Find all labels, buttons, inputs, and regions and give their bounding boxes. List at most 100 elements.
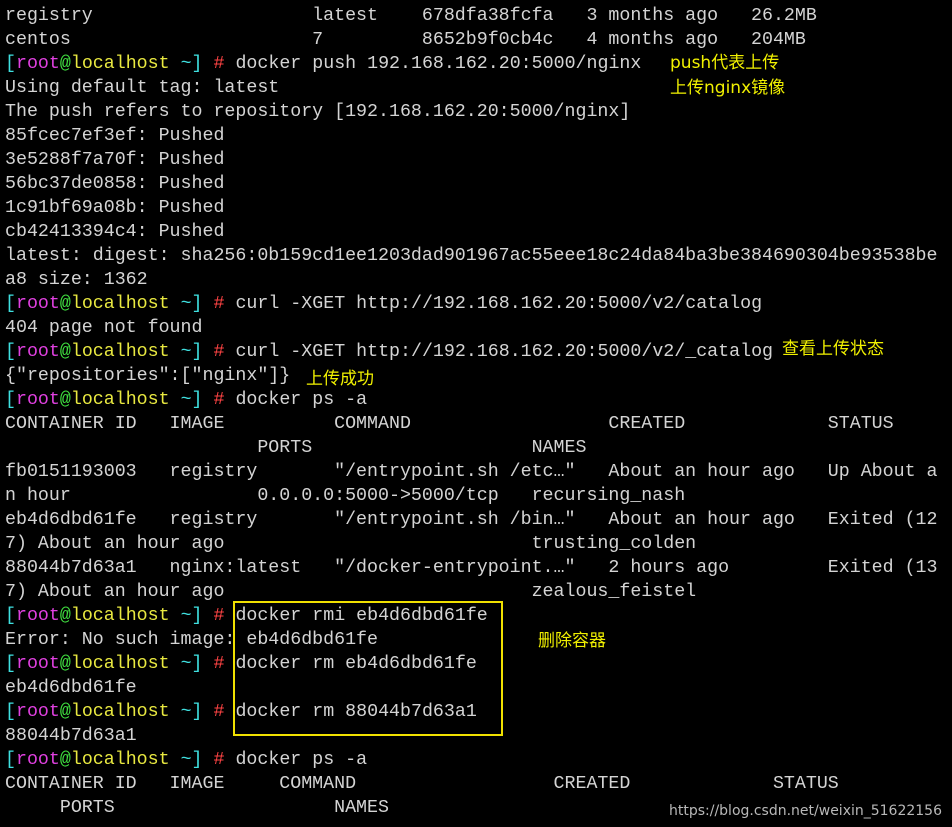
- prompt-host: localhost: [70, 294, 170, 314]
- output-line: CONTAINER ID IMAGE COMMAND CREATED STATU…: [5, 772, 938, 796]
- prompt-host: localhost: [70, 342, 170, 362]
- output-line: centos 7 8652b9f0cb4c 4 months ago 204MB: [5, 28, 938, 52]
- annotation-delete-container: 删除容器: [538, 631, 606, 651]
- annotation-upload-success: 上传成功: [306, 369, 374, 389]
- prompt-hash: #: [202, 702, 236, 722]
- prompt-hash: #: [202, 342, 236, 362]
- prompt-hash: #: [202, 654, 236, 674]
- output-line: CONTAINER ID IMAGE COMMAND CREATED STATU…: [5, 412, 938, 436]
- prompt-user: root: [15, 390, 60, 410]
- output-text: 1c91bf69a08b: Pushed: [5, 198, 225, 218]
- output-line: n hour 0.0.0.0:5000->5000/tcp recursing_…: [5, 484, 938, 508]
- command-text: curl -XGET http://192.168.162.20:5000/v2…: [235, 342, 774, 362]
- prompt-bracket: [: [5, 750, 16, 770]
- prompt-dir: ~]: [169, 606, 203, 626]
- prompt-bracket: [: [5, 342, 16, 362]
- annotation-check-status: 查看上传状态: [782, 339, 884, 359]
- prompt-user: root: [15, 342, 60, 362]
- prompt-line: [root@localhost ~] # docker push 192.168…: [5, 52, 938, 76]
- prompt-dir: ~]: [169, 342, 203, 362]
- output-text: The push refers to repository [192.168.1…: [5, 102, 631, 122]
- prompt-at: @: [59, 54, 71, 74]
- output-line: registry latest 678dfa38fcfa 3 months ag…: [5, 4, 938, 28]
- prompt-host: localhost: [70, 390, 170, 410]
- output-line: {"repositories":["nginx"]}: [5, 364, 938, 388]
- output-text: cb42413394c4: Pushed: [5, 222, 225, 242]
- output-line: Using default tag: latest: [5, 76, 938, 100]
- output-line: 404 page not found: [5, 316, 938, 340]
- prompt-bracket: [: [5, 606, 16, 626]
- prompt-at: @: [59, 606, 71, 626]
- output-line: 85fcec7ef3ef: Pushed: [5, 124, 938, 148]
- prompt-hash: #: [202, 390, 236, 410]
- prompt-bracket: [: [5, 390, 16, 410]
- output-line: 56bc37de0858: Pushed: [5, 172, 938, 196]
- output-line: The push refers to repository [192.168.1…: [5, 100, 938, 124]
- prompt-bracket: [: [5, 294, 16, 314]
- prompt-user: root: [15, 750, 60, 770]
- output-line: 88044b7d63a1 nginx:latest "/docker-entry…: [5, 556, 938, 580]
- prompt-host: localhost: [70, 702, 170, 722]
- output-text: 3e5288f7a70f: Pushed: [5, 150, 225, 170]
- prompt-dir: ~]: [169, 654, 203, 674]
- prompt-dir: ~]: [169, 702, 203, 722]
- output-text: PORTS NAMES: [5, 438, 587, 458]
- command-text: docker ps -a: [235, 750, 368, 770]
- prompt-bracket: [: [5, 702, 16, 722]
- output-text: eb4d6dbd61fe registry "/entrypoint.sh /b…: [5, 510, 938, 530]
- prompt-at: @: [59, 654, 71, 674]
- output-text: fb0151193003 registry "/entrypoint.sh /e…: [5, 462, 938, 482]
- prompt-at: @: [59, 702, 71, 722]
- prompt-dir: ~]: [169, 750, 203, 770]
- output-text: 88044b7d63a1: [5, 726, 137, 746]
- command-text: docker ps -a: [235, 390, 368, 410]
- prompt-user: root: [15, 654, 60, 674]
- output-text: PORTS NAMES: [5, 798, 389, 818]
- output-text: 88044b7d63a1 nginx:latest "/docker-entry…: [5, 558, 938, 578]
- output-line: 1c91bf69a08b: Pushed: [5, 196, 938, 220]
- output-line: 3e5288f7a70f: Pushed: [5, 148, 938, 172]
- output-text: 7) About an hour ago zealous_feistel: [5, 582, 697, 602]
- output-text: CONTAINER ID IMAGE COMMAND CREATED STATU…: [5, 774, 839, 794]
- output-line: PORTS NAMES: [5, 436, 938, 460]
- prompt-line: [root@localhost ~] # curl -XGET http://1…: [5, 292, 938, 316]
- output-text: 7) About an hour ago trusting_colden: [5, 534, 697, 554]
- output-line: a8 size: 1362: [5, 268, 938, 292]
- prompt-dir: ~]: [169, 294, 203, 314]
- prompt-host: localhost: [70, 654, 170, 674]
- output-text: n hour 0.0.0.0:5000->5000/tcp recursing_…: [5, 486, 686, 506]
- output-text: centos 7 8652b9f0cb4c 4 months ago 204MB: [5, 30, 806, 50]
- prompt-dir: ~]: [169, 390, 203, 410]
- output-line: 7) About an hour ago trusting_colden: [5, 532, 938, 556]
- output-text: registry latest 678dfa38fcfa 3 months ag…: [5, 6, 817, 26]
- prompt-hash: #: [202, 750, 236, 770]
- annotation-push-nginx: 上传nginx镜像: [670, 78, 786, 98]
- highlight-box: [233, 601, 503, 736]
- prompt-host: localhost: [70, 54, 170, 74]
- prompt-at: @: [59, 390, 71, 410]
- output-line: latest: digest: sha256:0b159cd1ee1203dad…: [5, 244, 938, 268]
- watermark: https://blog.csdn.net/weixin_51622156: [668, 803, 942, 819]
- prompt-hash: #: [202, 606, 236, 626]
- prompt-at: @: [59, 294, 71, 314]
- output-text: eb4d6dbd61fe: [5, 678, 137, 698]
- prompt-line: [root@localhost ~] # docker ps -a: [5, 388, 938, 412]
- output-line: cb42413394c4: Pushed: [5, 220, 938, 244]
- output-line: fb0151193003 registry "/entrypoint.sh /e…: [5, 460, 938, 484]
- prompt-bracket: [: [5, 54, 16, 74]
- output-text: latest: digest: sha256:0b159cd1ee1203dad…: [5, 246, 938, 266]
- output-text: 404 page not found: [5, 318, 203, 338]
- output-text: CONTAINER ID IMAGE COMMAND CREATED STATU…: [5, 414, 894, 434]
- command-text: curl -XGET http://192.168.162.20:5000/v2…: [235, 294, 763, 314]
- prompt-host: localhost: [70, 606, 170, 626]
- prompt-hash: #: [202, 54, 236, 74]
- prompt-at: @: [59, 342, 71, 362]
- prompt-hash: #: [202, 294, 236, 314]
- prompt-user: root: [15, 702, 60, 722]
- output-text: 85fcec7ef3ef: Pushed: [5, 126, 225, 146]
- output-text: Using default tag: latest: [5, 78, 280, 98]
- prompt-at: @: [59, 750, 71, 770]
- output-line: eb4d6dbd61fe registry "/entrypoint.sh /b…: [5, 508, 938, 532]
- prompt-dir: ~]: [169, 54, 203, 74]
- prompt-user: root: [15, 606, 60, 626]
